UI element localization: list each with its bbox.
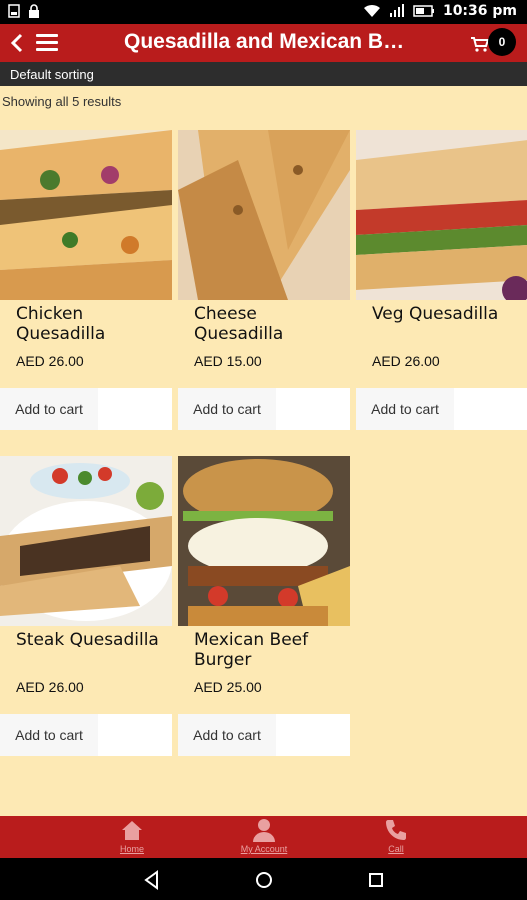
nav-call[interactable]: Call <box>356 818 436 854</box>
product-card[interactable]: Steak Quesadilla AED 26.00 Add to cart <box>0 456 172 756</box>
app-bar: Quesadilla and Mexican B… 0 <box>0 24 527 62</box>
add-to-cart-button[interactable]: Add to cart <box>178 388 276 430</box>
nav-home-label[interactable]: Home <box>120 844 144 854</box>
add-to-cart-area: Add to cart <box>356 388 527 430</box>
recents-square-icon[interactable] <box>365 869 387 891</box>
add-to-cart-button[interactable]: Add to cart <box>0 714 98 756</box>
product-card[interactable]: Chicken Quesadilla AED 26.00 Add to cart <box>0 130 172 430</box>
product-name[interactable]: Cheese Quesadilla <box>194 304 344 344</box>
product-card[interactable]: Veg Quesadilla AED 26.00 Add to cart <box>356 130 527 430</box>
product-image[interactable] <box>178 456 350 626</box>
back-arrow-icon[interactable] <box>6 30 30 56</box>
add-to-cart-button[interactable]: Add to cart <box>178 714 276 756</box>
cart-count-badge[interactable]: 0 <box>488 28 516 56</box>
product-price: AED 26.00 <box>16 679 84 695</box>
results-count: Showing all 5 results <box>2 94 122 109</box>
product-name[interactable]: Chicken Quesadilla <box>16 304 166 344</box>
product-card[interactable]: Mexican Beef Burger AED 25.00 Add to car… <box>178 456 350 756</box>
clock: 10:36 pm <box>442 3 517 19</box>
nav-my-account[interactable]: My Account <box>224 818 304 854</box>
product-name[interactable]: Mexican Beef Burger <box>194 630 344 670</box>
lock-icon <box>29 4 39 18</box>
product-price: AED 15.00 <box>194 353 262 369</box>
product-price: AED 26.00 <box>372 353 440 369</box>
status-bar: 10:36 pm <box>0 0 527 24</box>
product-name[interactable]: Steak Quesadilla <box>16 630 166 650</box>
system-nav-bar <box>0 858 527 900</box>
home-circle-icon[interactable] <box>253 869 275 891</box>
add-to-cart-area: Add to cart <box>0 714 172 756</box>
battery-icon <box>413 5 434 17</box>
product-card[interactable]: Cheese Quesadilla AED 15.00 Add to cart <box>178 130 350 430</box>
signal-icon <box>389 4 404 17</box>
notification-icon <box>8 4 20 18</box>
add-to-cart-button[interactable]: Add to cart <box>356 388 454 430</box>
product-image[interactable] <box>356 130 527 300</box>
nav-my-account-label[interactable]: My Account <box>241 844 288 854</box>
add-to-cart-button[interactable]: Add to cart <box>0 388 98 430</box>
bottom-nav: Home My Account Call <box>0 816 527 858</box>
product-image[interactable] <box>0 130 172 300</box>
phone-icon <box>386 820 406 840</box>
wifi-icon <box>363 4 380 17</box>
page-title: Quesadilla and Mexican B… <box>124 30 405 53</box>
product-name[interactable]: Veg Quesadilla <box>372 304 522 324</box>
product-image[interactable] <box>0 456 172 626</box>
nav-call-label[interactable]: Call <box>388 844 404 854</box>
add-to-cart-area: Add to cart <box>0 388 172 430</box>
cart-icon[interactable] <box>470 36 490 52</box>
product-image[interactable] <box>178 130 350 300</box>
product-price: AED 26.00 <box>16 353 84 369</box>
sorting-dropdown[interactable]: Default sorting <box>0 62 527 86</box>
product-price: AED 25.00 <box>194 679 262 695</box>
hamburger-menu-icon[interactable] <box>36 34 58 52</box>
nav-home[interactable]: Home <box>92 818 172 854</box>
account-icon <box>253 819 275 842</box>
back-triangle-icon[interactable] <box>141 869 163 891</box>
add-to-cart-area: Add to cart <box>178 714 350 756</box>
add-to-cart-area: Add to cart <box>178 388 350 430</box>
home-icon <box>122 821 142 840</box>
